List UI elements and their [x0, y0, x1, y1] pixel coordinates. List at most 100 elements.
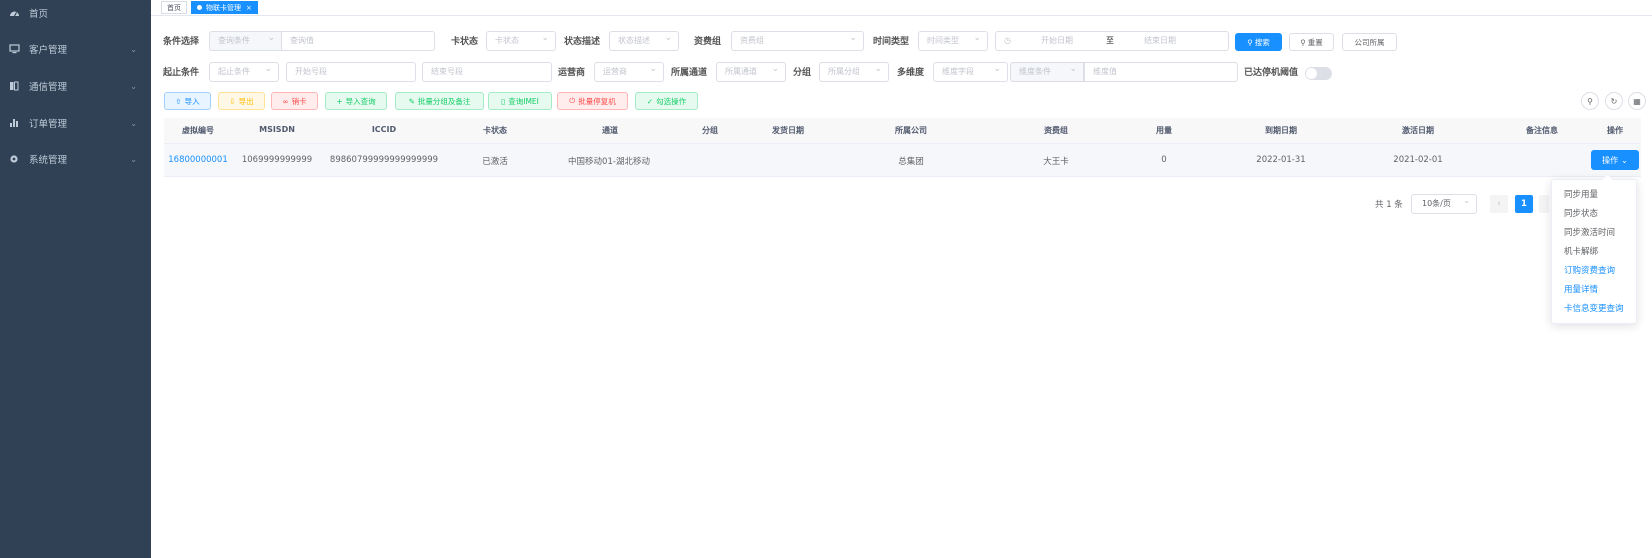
cell-card-status: 已激活	[482, 157, 508, 167]
operator-select[interactable]: 运营商	[594, 62, 664, 82]
col-msisdn: MSISDN	[259, 125, 295, 134]
export-button[interactable]: ⇩ 导出	[218, 92, 265, 110]
condition-value-input[interactable]: 查询值	[281, 31, 435, 51]
condition-select-label: 条件选择	[163, 37, 200, 47]
table-row: 16800000001 1069999999999 89860799999999…	[164, 144, 1641, 177]
query-imei-button[interactable]: ▯ 查询IMEI	[488, 92, 552, 110]
dropdown-item-usage-detail[interactable]: 用量详情	[1564, 283, 1598, 295]
tab-iot-card[interactable]: 物联卡管理 ×	[191, 1, 258, 14]
col-activate-date: 激活日期	[1402, 126, 1434, 135]
search-button[interactable]: ⚲ 搜索	[1235, 33, 1282, 51]
col-company: 所属公司	[895, 126, 927, 135]
dropdown-item-tariff-query[interactable]: 订购资费查询	[1564, 264, 1615, 276]
col-remark: 备注信息	[1526, 126, 1558, 135]
cancel-card-button[interactable]: ∞ 销卡	[271, 92, 318, 110]
download-icon: ⇩	[229, 96, 236, 106]
reset-button[interactable]: ⚲ 重置	[1289, 33, 1334, 51]
col-iccid: ICCID	[371, 125, 397, 134]
batch-stop-button[interactable]: ⏻ 批量停复机	[557, 92, 628, 110]
active-dot-icon	[197, 5, 202, 10]
range-condition-label: 起止条件	[163, 68, 200, 78]
search-icon: ⚲	[1247, 37, 1253, 47]
dropdown-item-unbind[interactable]: 机卡解绑	[1564, 245, 1598, 257]
sidebar-item-home[interactable]: 首页	[0, 3, 151, 23]
range-condition-select[interactable]: 起止条件	[209, 62, 279, 82]
sidebar-item-system[interactable]: 系统管理 ⌄	[0, 149, 151, 169]
cell-usage: 0	[1161, 155, 1167, 165]
dimension-condition-select[interactable]: 维度条件	[1010, 62, 1084, 82]
chevron-down-icon: ⌄	[1621, 155, 1628, 165]
threshold-switch[interactable]	[1305, 67, 1332, 80]
dropdown-item-sync-status[interactable]: 同步状态	[1564, 207, 1598, 219]
col-channel: 通道	[602, 126, 618, 135]
group-select[interactable]: 所属分组	[819, 62, 889, 82]
start-segment-input[interactable]: 开始号段	[286, 62, 416, 82]
col-ship-date: 发货日期	[772, 126, 804, 135]
mobile-icon: ▯	[501, 96, 506, 106]
close-icon[interactable]: ×	[246, 4, 252, 12]
date-range-picker[interactable]: ◷ 开始日期 至 结束日期	[995, 31, 1229, 51]
col-card-status: 卡状态	[483, 126, 507, 135]
row-actions-dropdown: 同步用量 同步状态 同步激活时间 机卡解绑 订购资费查询 用量详情 卡信息变更查…	[1551, 179, 1637, 324]
dimension-field-select[interactable]: 维度字段	[933, 62, 1008, 82]
cell-activate-date: 2021-02-01	[1393, 155, 1443, 165]
gear-icon	[8, 153, 20, 165]
page-number[interactable]: 1	[1515, 195, 1533, 213]
import-button[interactable]: ⇧ 导入	[164, 92, 211, 110]
sidebar: 首页 客户管理 ⌄ 通信管理 ⌄ 订单管理 ⌄ 系统管理 ⌄	[0, 0, 151, 558]
prev-page-button[interactable]: ‹	[1490, 195, 1508, 213]
dropdown-item-sync-usage[interactable]: 同步用量	[1564, 188, 1598, 200]
sidebar-item-label: 通信管理	[29, 82, 68, 93]
row-actions-button[interactable]: 操作 ⌄	[1591, 150, 1639, 170]
channel-label: 所属通道	[671, 68, 708, 78]
link-icon: ∞	[282, 96, 289, 106]
end-segment-input[interactable]: 结束号段	[422, 62, 552, 82]
time-type-select[interactable]: 时间类型	[918, 31, 988, 51]
sidebar-item-communication[interactable]: 通信管理 ⌄	[0, 76, 151, 96]
next-page-button[interactable]	[1539, 195, 1549, 213]
col-virtual-id: 虚拟编号	[182, 126, 214, 135]
upload-icon: ⇧	[175, 96, 182, 106]
col-usage: 用量	[1156, 126, 1172, 135]
condition-select[interactable]: 查询条件	[209, 31, 281, 51]
start-date-input[interactable]: 开始日期	[1041, 32, 1073, 50]
col-group: 分组	[702, 126, 718, 135]
col-expire-date: 到期日期	[1265, 126, 1297, 135]
tags-view: 首页 物联卡管理 ×	[151, 0, 1652, 16]
columns-icon[interactable]: ▦	[1628, 92, 1646, 110]
operator-label: 运营商	[558, 68, 586, 78]
sidebar-item-customers[interactable]: 客户管理 ⌄	[0, 39, 151, 59]
tab-home[interactable]: 首页	[161, 1, 187, 14]
channel-select[interactable]: 所属通道	[716, 62, 786, 82]
table-header: 虚拟编号 MSISDN ICCID 卡状态 通道 分组 发货日期 所属公司 资费…	[164, 118, 1641, 144]
search-icon: ⚲	[1300, 37, 1306, 47]
cell-iccid: 89860799999999999999	[329, 155, 439, 165]
card-status-select[interactable]: 卡状态	[486, 31, 556, 51]
dimension-value-input[interactable]: 维度值	[1084, 62, 1238, 82]
power-icon: ⏻	[569, 96, 576, 105]
cell-company: 总集团	[898, 157, 924, 167]
batch-group-button[interactable]: ✎ 批量分组及备注	[395, 92, 484, 110]
page-size-select[interactable]: 10条/页	[1411, 192, 1477, 214]
refresh-icon[interactable]: ↻	[1605, 92, 1623, 110]
check-icon: ✓	[646, 96, 654, 106]
sidebar-item-label: 系统管理	[29, 155, 68, 166]
status-desc-label: 状态描述	[564, 37, 601, 47]
end-date-input[interactable]: 结束日期	[1144, 32, 1176, 50]
sidebar-item-orders[interactable]: 订单管理 ⌄	[0, 113, 151, 133]
plus-icon: +	[336, 96, 343, 106]
import-query-button[interactable]: + 导入查询	[325, 92, 387, 110]
sidebar-item-label: 客户管理	[29, 45, 68, 56]
sidebar-item-label: 首页	[29, 9, 49, 20]
tariff-group-select[interactable]: 资费组	[731, 31, 864, 51]
cell-expire-date: 2022-01-31	[1256, 155, 1306, 165]
search-toggle-icon[interactable]: ⚲	[1581, 92, 1599, 110]
status-desc-select[interactable]: 状态描述	[609, 31, 679, 51]
dropdown-item-sync-activate-time[interactable]: 同步激活时间	[1564, 226, 1615, 238]
monitor-icon	[8, 43, 20, 55]
checked-ops-button[interactable]: ✓ 勾选操作	[635, 92, 698, 110]
dropdown-item-card-change-query[interactable]: 卡信息变更查询	[1564, 302, 1624, 314]
company-button[interactable]: 公司所属	[1342, 33, 1397, 51]
group-label: 分组	[793, 68, 812, 78]
cell-virtual-id[interactable]: 16800000001	[168, 155, 228, 165]
